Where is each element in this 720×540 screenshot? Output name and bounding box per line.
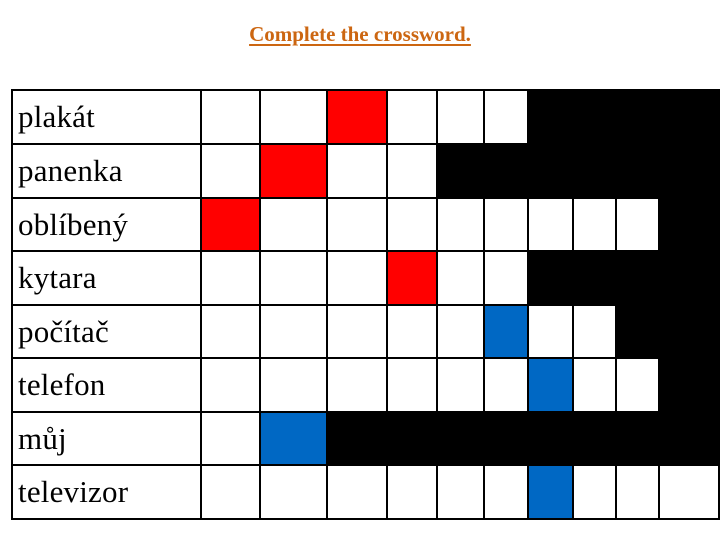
answer-cell[interactable] <box>200 89 261 145</box>
answer-cell[interactable] <box>658 464 720 520</box>
answer-cell[interactable] <box>572 357 617 413</box>
clue-word: oblíbený <box>11 197 202 252</box>
answer-cell[interactable] <box>326 250 388 306</box>
answer-cell[interactable] <box>200 143 261 199</box>
answer-cell[interactable] <box>436 197 485 252</box>
answer-cell[interactable] <box>200 357 261 413</box>
answer-cell-red[interactable] <box>200 197 261 252</box>
blocked-area <box>615 304 720 359</box>
answer-cell[interactable] <box>259 89 328 145</box>
answer-cell[interactable] <box>615 357 660 413</box>
answer-cell[interactable] <box>483 464 529 520</box>
answer-cell[interactable] <box>259 464 328 520</box>
answer-cell[interactable] <box>326 357 388 413</box>
blocked-area <box>658 357 720 413</box>
answer-cell[interactable] <box>200 250 261 306</box>
answer-cell[interactable] <box>326 464 388 520</box>
answer-cell[interactable] <box>572 464 617 520</box>
answer-cell-blue[interactable] <box>483 304 529 359</box>
answer-cell[interactable] <box>386 143 438 199</box>
crossword-grid: plakát panenka oblíbený kytara počítač telefo… <box>0 0 720 540</box>
clue-word: plakát <box>11 89 202 145</box>
answer-cell-red[interactable] <box>386 250 438 306</box>
answer-cell[interactable] <box>436 250 485 306</box>
answer-cell[interactable] <box>259 250 328 306</box>
clue-word: můj <box>11 411 202 466</box>
answer-cell[interactable] <box>386 89 438 145</box>
clue-word: počítač <box>11 304 202 359</box>
clue-word: televizor <box>11 464 202 520</box>
answer-cell[interactable] <box>386 357 438 413</box>
answer-cell[interactable] <box>436 89 485 145</box>
answer-cell[interactable] <box>615 464 660 520</box>
answer-cell[interactable] <box>386 304 438 359</box>
answer-cell[interactable] <box>326 304 388 359</box>
answer-cell[interactable] <box>386 464 438 520</box>
answer-cell[interactable] <box>259 197 328 252</box>
answer-cell[interactable] <box>483 250 529 306</box>
blocked-area <box>527 89 720 145</box>
answer-cell[interactable] <box>527 304 574 359</box>
clue-word: telefon <box>11 357 202 413</box>
clue-word: kytara <box>11 250 202 306</box>
answer-cell[interactable] <box>483 357 529 413</box>
answer-cell-red[interactable] <box>326 89 388 145</box>
answer-cell[interactable] <box>326 197 388 252</box>
blocked-area <box>527 250 720 306</box>
answer-cell[interactable] <box>436 464 485 520</box>
answer-cell[interactable] <box>200 304 261 359</box>
answer-cell-red[interactable] <box>259 143 328 199</box>
answer-cell[interactable] <box>572 304 617 359</box>
answer-cell[interactable] <box>436 357 485 413</box>
answer-cell-blue[interactable] <box>527 464 574 520</box>
answer-cell[interactable] <box>259 357 328 413</box>
answer-cell[interactable] <box>436 304 485 359</box>
answer-cell[interactable] <box>200 464 261 520</box>
answer-cell-blue[interactable] <box>259 411 328 466</box>
answer-cell[interactable] <box>572 197 617 252</box>
answer-cell[interactable] <box>386 197 438 252</box>
answer-cell[interactable] <box>259 304 328 359</box>
answer-cell[interactable] <box>200 411 261 466</box>
answer-cell-blue[interactable] <box>527 357 574 413</box>
clue-word: panenka <box>11 143 202 199</box>
blocked-area <box>326 411 720 466</box>
answer-cell[interactable] <box>615 197 660 252</box>
answer-cell[interactable] <box>527 197 574 252</box>
answer-cell[interactable] <box>483 89 529 145</box>
answer-cell[interactable] <box>483 197 529 252</box>
answer-cell[interactable] <box>326 143 388 199</box>
blocked-area <box>658 197 720 252</box>
blocked-area <box>436 143 720 199</box>
